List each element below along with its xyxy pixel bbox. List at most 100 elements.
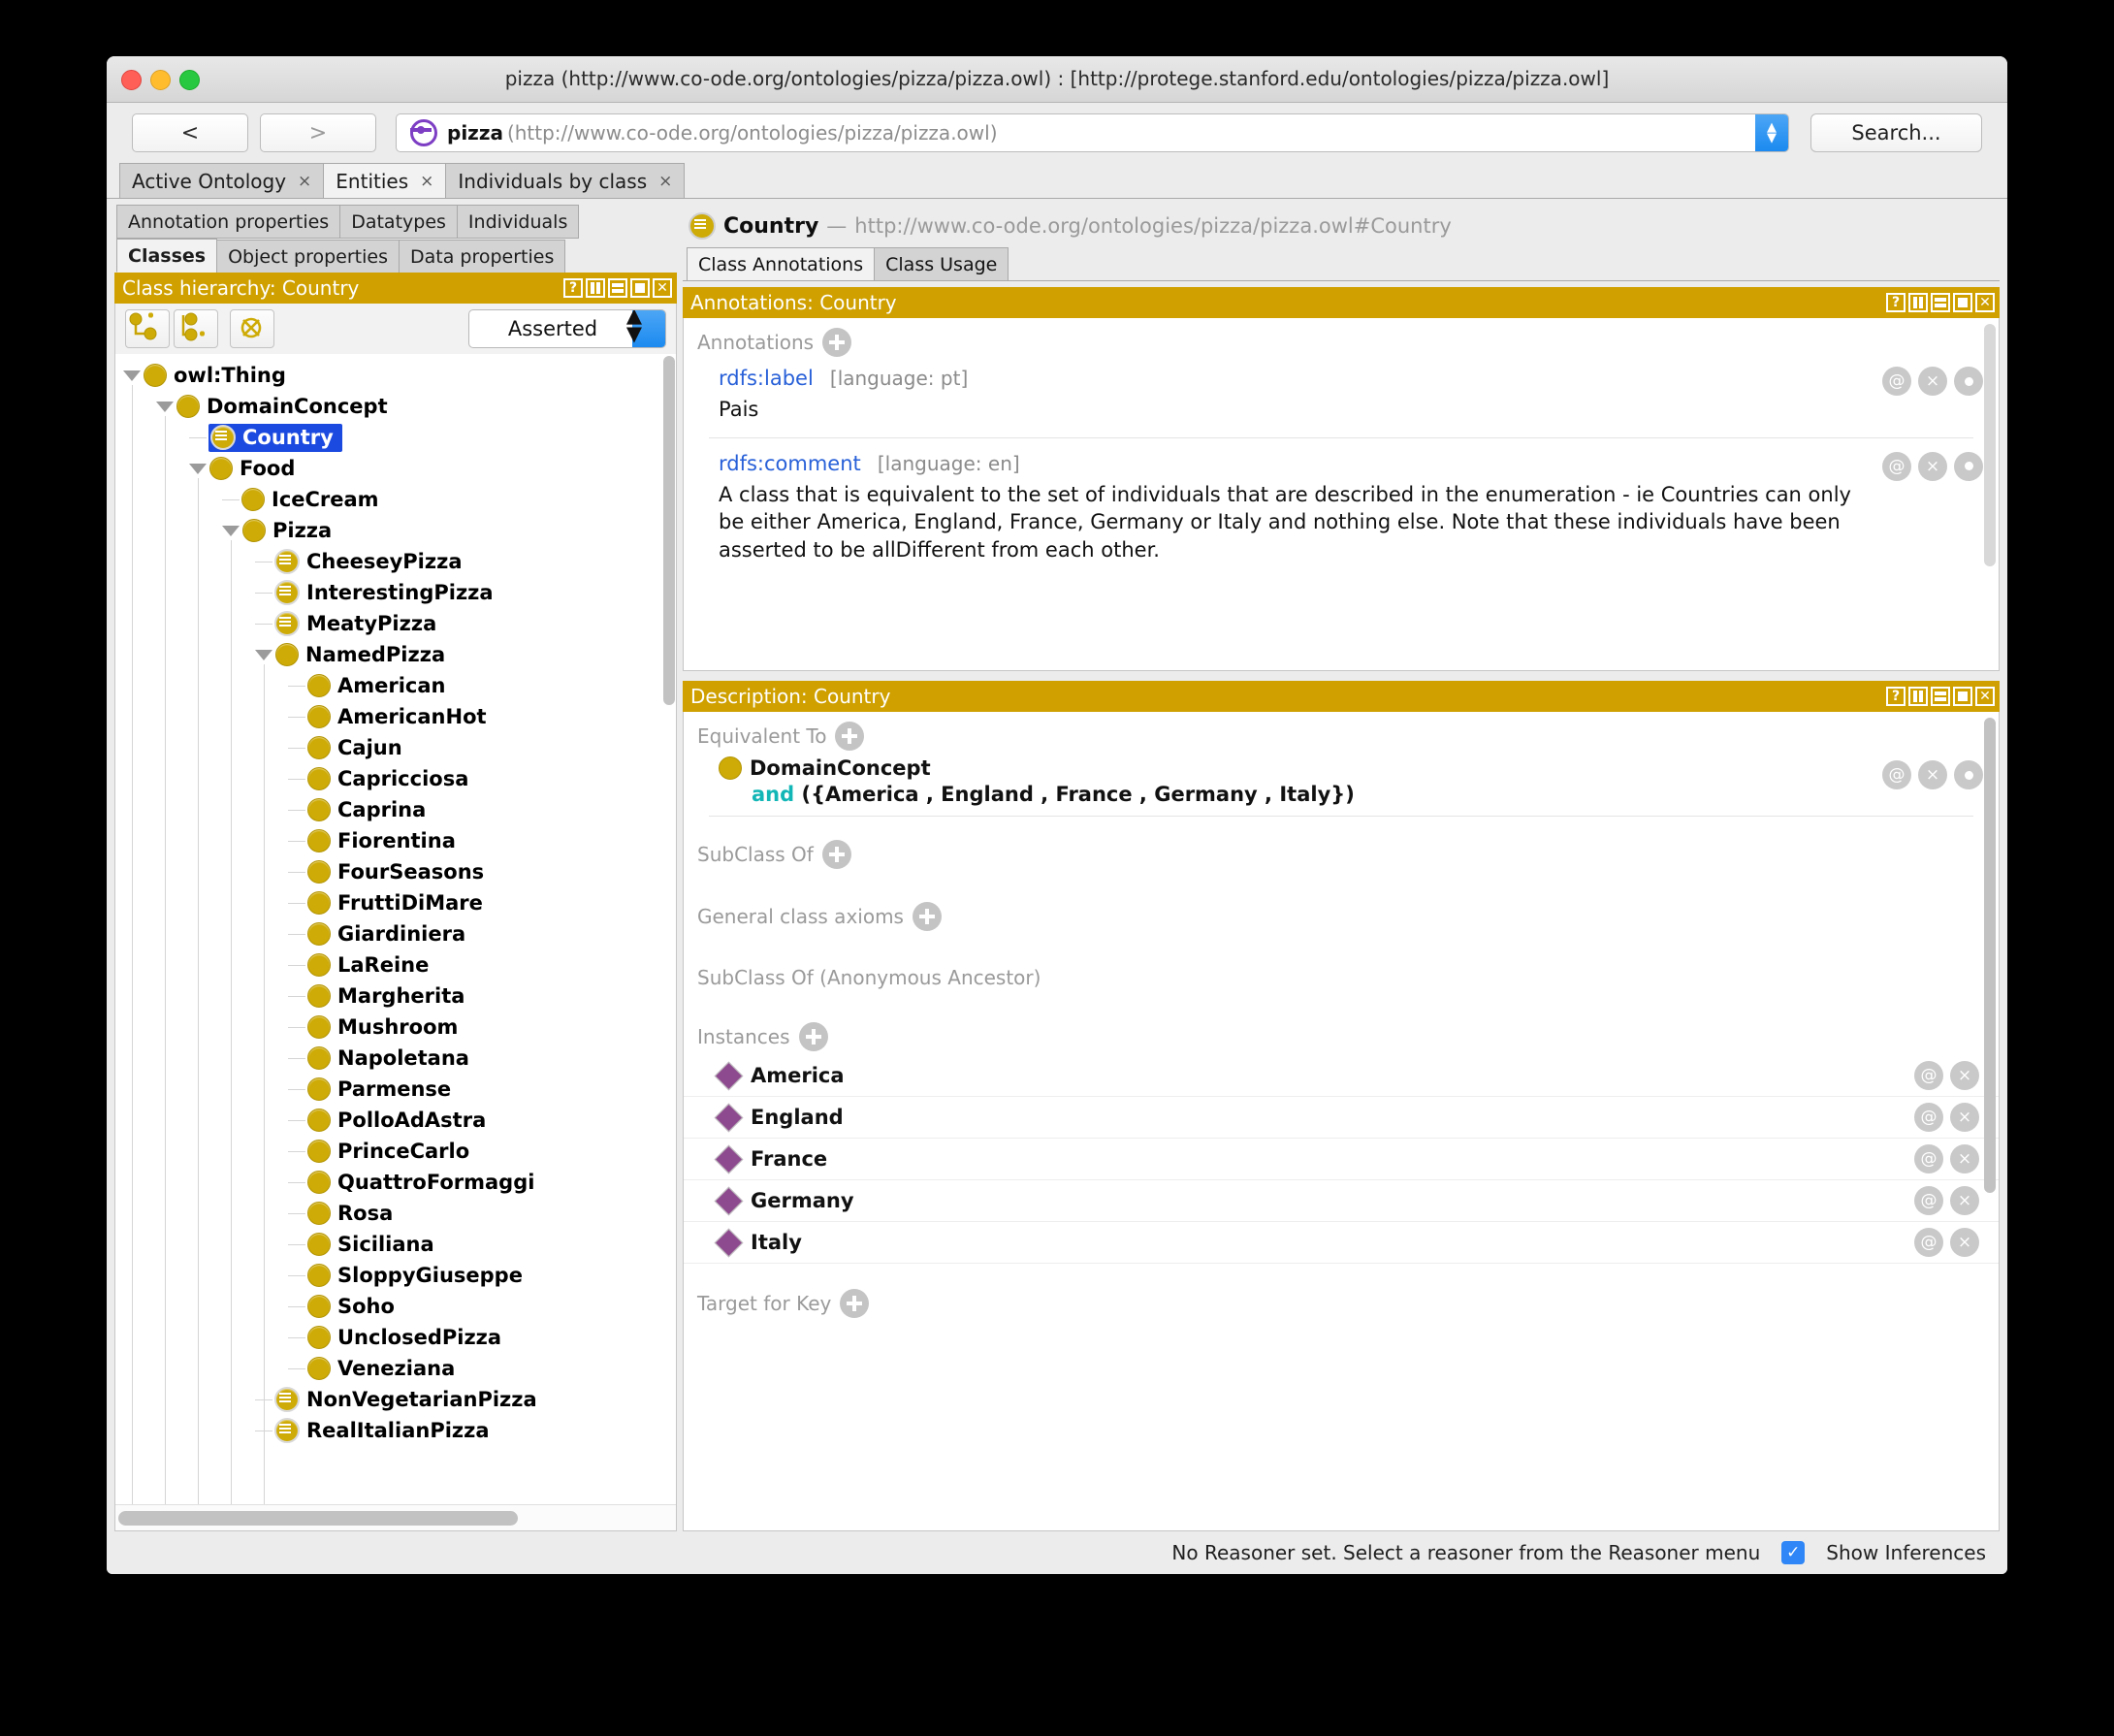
edit-icon[interactable] (1954, 452, 1983, 481)
tab-individuals[interactable]: Individuals (457, 205, 579, 239)
class-tree[interactable]: owl:ThingDomainConceptCountryFoodIceCrea… (114, 354, 677, 1531)
tab-class-annotations[interactable]: Class Annotations (687, 247, 875, 280)
annotation-property[interactable]: rdfs:comment (719, 452, 861, 475)
annotate-icon[interactable]: @ (1914, 1103, 1943, 1132)
tab-active-ontology[interactable]: Active Ontology × (119, 163, 324, 198)
hierarchy-mode-select[interactable]: Asserted ▲▼ (468, 309, 666, 348)
add-instance-button[interactable] (799, 1022, 828, 1051)
tab-data-properties[interactable]: Data properties (399, 240, 565, 273)
annotate-icon[interactable]: @ (1914, 1144, 1943, 1173)
expand-collapse-triangle-icon[interactable] (255, 650, 272, 660)
delete-icon[interactable]: × (1950, 1103, 1979, 1132)
delete-class-button[interactable] (230, 309, 274, 348)
split-horizontal-icon[interactable] (608, 278, 627, 298)
help-icon[interactable]: ? (1886, 687, 1906, 706)
split-horizontal-icon[interactable] (1931, 293, 1950, 312)
tab-datatypes[interactable]: Datatypes (339, 205, 458, 239)
edit-icon[interactable] (1954, 367, 1983, 396)
close-panel-icon[interactable]: ✕ (653, 278, 672, 298)
add-sibling-class-button[interactable] (174, 309, 218, 348)
delete-icon[interactable]: × (1950, 1144, 1979, 1173)
class-tree-node[interactable]: Parmense (115, 1074, 676, 1105)
class-tree-node[interactable]: FruttiDiMare (115, 887, 676, 918)
hierarchy-mode-stepper-icon[interactable]: ▲▼ (632, 310, 665, 347)
maximize-panel-icon[interactable] (630, 278, 650, 298)
class-tree-node[interactable]: NamedPizza (115, 639, 676, 670)
class-tree-node[interactable]: AmericanHot (115, 701, 676, 732)
class-tree-node[interactable]: PrinceCarlo (115, 1136, 676, 1167)
class-tree-node[interactable]: PolloAdAstra (115, 1105, 676, 1136)
class-tree-node[interactable]: Margherita (115, 981, 676, 1012)
expand-collapse-triangle-icon[interactable] (123, 370, 141, 381)
maximize-panel-icon[interactable] (1953, 293, 1972, 312)
help-icon[interactable]: ? (563, 278, 583, 298)
annotate-icon[interactable]: @ (1914, 1061, 1943, 1090)
instance-row[interactable]: France@× (684, 1139, 1999, 1180)
back-button[interactable]: < (132, 113, 248, 152)
class-tree-node[interactable]: NonVegetarianPizza (115, 1384, 676, 1415)
class-tree-node[interactable]: QuattroFormaggi (115, 1167, 676, 1198)
class-tree-node[interactable]: Country (115, 422, 676, 453)
help-icon[interactable]: ? (1886, 293, 1906, 312)
split-vertical-icon[interactable] (586, 278, 605, 298)
close-icon[interactable]: × (420, 172, 433, 191)
delete-icon[interactable]: × (1918, 367, 1947, 396)
class-tree-node[interactable]: CheeseyPizza (115, 546, 676, 577)
tab-object-properties[interactable]: Object properties (216, 240, 400, 273)
class-tree-node[interactable]: DomainConcept (115, 391, 676, 422)
annotate-icon[interactable]: @ (1914, 1186, 1943, 1215)
edit-icon[interactable] (1954, 760, 1983, 789)
class-tree-node[interactable]: LaReine (115, 949, 676, 981)
class-tree-node[interactable]: InterestingPizza (115, 577, 676, 608)
class-tree-node[interactable]: Giardiniera (115, 918, 676, 949)
instance-row[interactable]: Germany@× (684, 1180, 1999, 1222)
delete-icon[interactable]: × (1950, 1061, 1979, 1090)
instance-row[interactable]: America@× (684, 1055, 1999, 1097)
maximize-panel-icon[interactable] (1953, 687, 1972, 706)
annotate-icon[interactable]: @ (1882, 760, 1911, 789)
split-vertical-icon[interactable] (1908, 293, 1928, 312)
tab-annotation-properties[interactable]: Annotation properties (116, 205, 340, 239)
split-vertical-icon[interactable] (1908, 687, 1928, 706)
class-tree-node[interactable]: American (115, 670, 676, 701)
annotate-icon[interactable]: @ (1882, 367, 1911, 396)
split-horizontal-icon[interactable] (1931, 687, 1950, 706)
annotate-icon[interactable]: @ (1882, 452, 1911, 481)
close-icon[interactable]: × (658, 172, 672, 191)
class-tree-horizontal-scrollbar[interactable] (115, 1504, 676, 1530)
class-tree-node[interactable]: Siciliana (115, 1229, 676, 1260)
description-vertical-scrollbar[interactable] (1984, 718, 1996, 1193)
scroll-thumb[interactable] (118, 1511, 518, 1526)
class-tree-node[interactable]: SloppyGiuseppe (115, 1260, 676, 1291)
class-tree-node[interactable]: owl:Thing (115, 360, 676, 391)
close-icon[interactable]: × (298, 172, 311, 191)
class-tree-node[interactable]: Rosa (115, 1198, 676, 1229)
delete-icon[interactable]: × (1950, 1228, 1979, 1257)
delete-icon[interactable]: × (1918, 452, 1947, 481)
class-tree-node[interactable]: Pizza (115, 515, 676, 546)
delete-icon[interactable]: × (1918, 760, 1947, 789)
instance-row[interactable]: Italy@× (684, 1222, 1999, 1264)
class-tree-vertical-scrollbar[interactable] (663, 356, 675, 705)
class-tree-node[interactable]: Food (115, 453, 676, 484)
class-tree-node[interactable]: Veneziana (115, 1353, 676, 1384)
tab-classes[interactable]: Classes (116, 239, 217, 273)
add-target-for-key-button[interactable] (840, 1289, 869, 1318)
annotate-icon[interactable]: @ (1914, 1228, 1943, 1257)
annotation-property[interactable]: rdfs:label (719, 367, 814, 390)
delete-icon[interactable]: × (1950, 1186, 1979, 1215)
add-subclass-button[interactable] (125, 309, 170, 348)
class-tree-node[interactable]: FourSeasons (115, 856, 676, 887)
class-tree-node[interactable]: Capricciosa (115, 763, 676, 794)
instance-row[interactable]: England@× (684, 1097, 1999, 1139)
annotations-vertical-scrollbar[interactable] (1984, 324, 1996, 566)
add-superclass-button[interactable] (822, 840, 851, 869)
add-general-class-axiom-button[interactable] (913, 902, 942, 931)
annotation-entry[interactable]: @ × rdfs:comment [language: en] A class … (684, 452, 1999, 564)
tab-entities[interactable]: Entities × (323, 163, 446, 198)
iri-stepper-icon[interactable]: ▲▼ (1755, 114, 1788, 151)
ontology-iri-combobox[interactable]: pizza (http://www.co-ode.org/ontologies/… (396, 113, 1789, 152)
class-tree-node[interactable]: Caprina (115, 794, 676, 825)
class-tree-node[interactable]: Napoletana (115, 1043, 676, 1074)
tab-individuals-by-class[interactable]: Individuals by class × (445, 163, 685, 198)
